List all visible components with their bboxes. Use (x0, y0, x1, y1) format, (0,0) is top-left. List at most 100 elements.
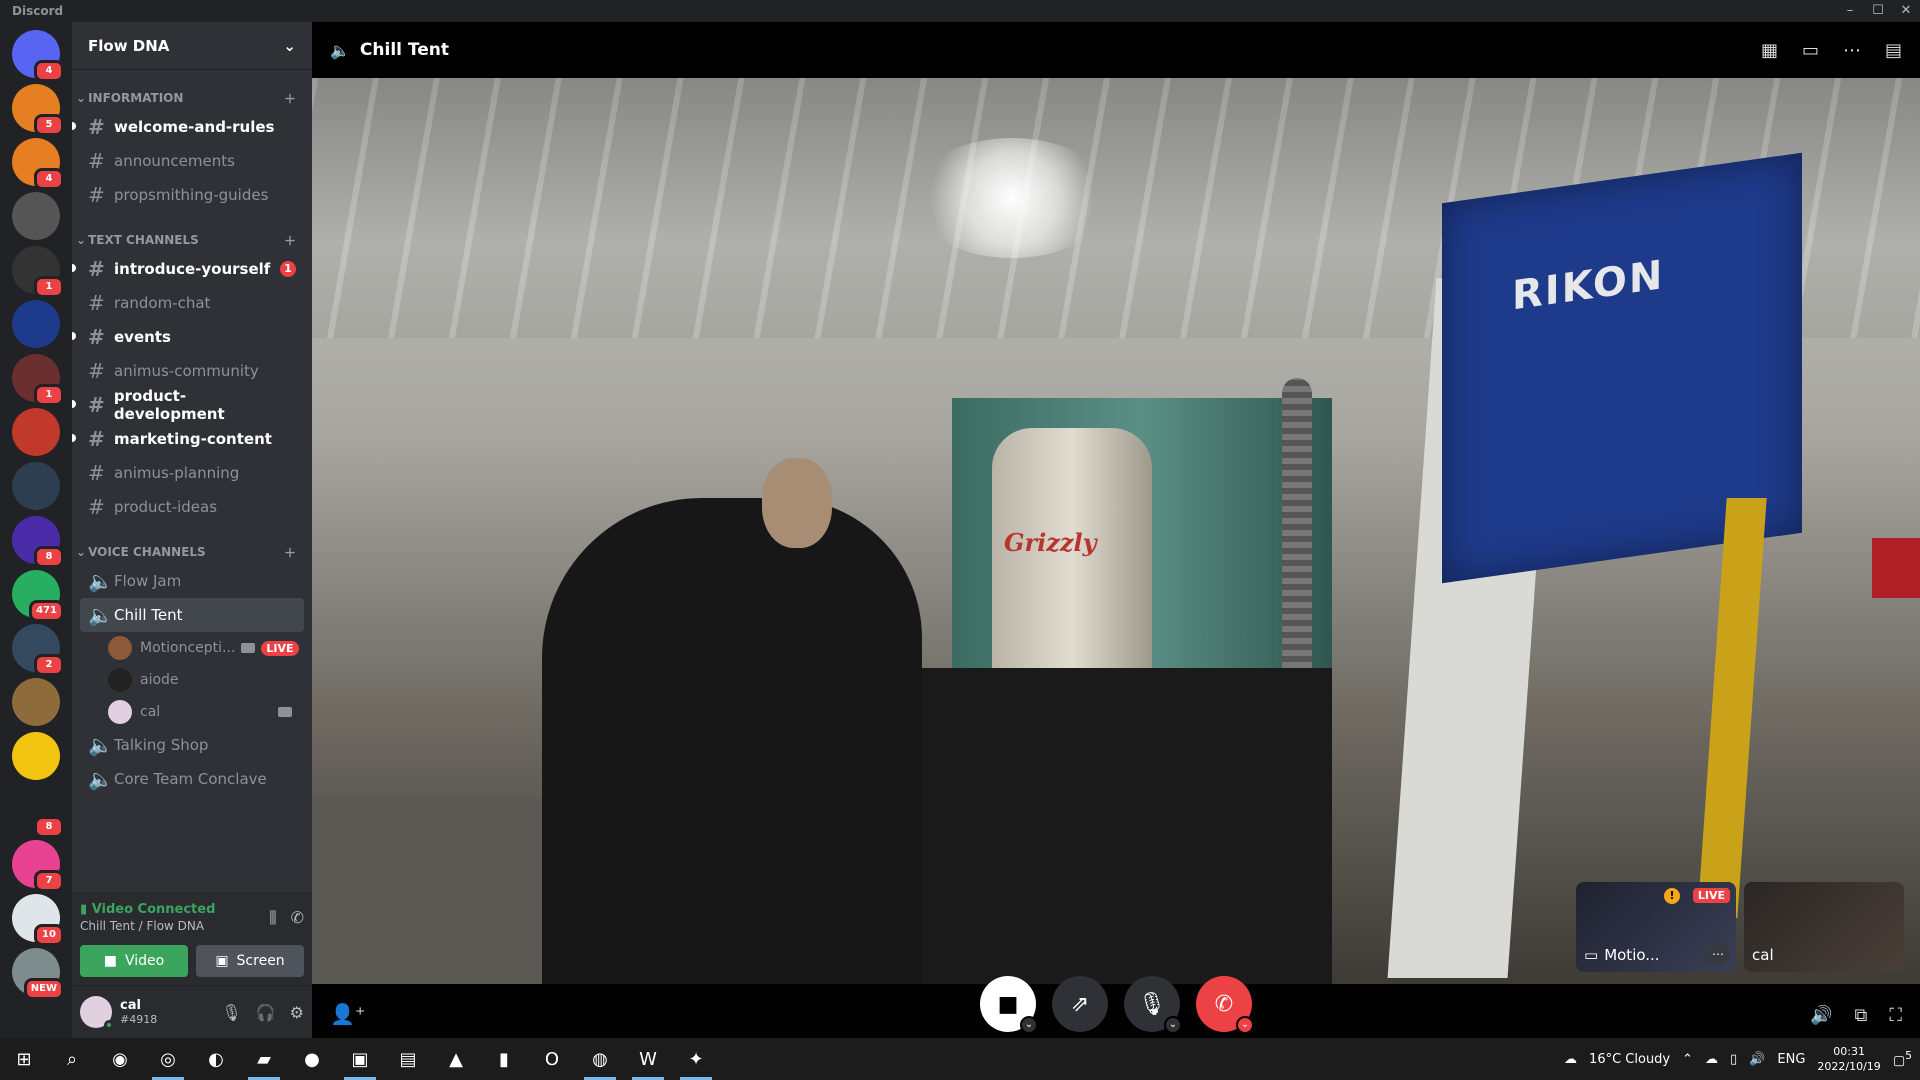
volume-icon[interactable]: 🔊 (1749, 1052, 1765, 1067)
notification-icon[interactable]: ▢5 (1893, 1049, 1912, 1068)
camera-toggle-button[interactable]: ■ ⌄ (980, 976, 1038, 1034)
add-channel-icon[interactable]: ＋ (284, 232, 296, 249)
server-icon-group-dm-2[interactable]: 4 (12, 138, 64, 190)
voice-user[interactable]: aiode (108, 664, 304, 696)
search-icon[interactable]: ⌕ (48, 1038, 96, 1080)
disconnect-icon[interactable]: ✆ (291, 908, 304, 928)
server-icon-server-colorful[interactable]: 7 (12, 840, 64, 892)
server-icon-server-dark[interactable] (12, 462, 60, 510)
cloud-icon[interactable]: ☁ (1705, 1052, 1718, 1067)
channel-random-chat[interactable]: # random-chat (80, 286, 304, 320)
server-icon-group-dm-1[interactable]: 5 (12, 84, 64, 136)
server-icon-server-new[interactable]: NEW (12, 948, 64, 1000)
channel-marketing-content[interactable]: # marketing-content (72, 422, 304, 456)
server-icon-server-purple[interactable]: 8 (12, 516, 64, 568)
windows-start-icon[interactable]: ⊞ (0, 1038, 48, 1080)
maximize-icon[interactable]: ☐ (1864, 0, 1892, 22)
category-voice-channels[interactable]: ⌄ Voice Channels ＋ (72, 540, 312, 564)
channel-name: events (114, 328, 171, 346)
network-icon[interactable]: ▯ (1730, 1052, 1737, 1067)
more-options-icon[interactable]: ⋯ (1706, 942, 1730, 966)
close-icon[interactable]: ✕ (1892, 0, 1920, 22)
headphones-icon[interactable]: 🎧 (256, 1003, 276, 1022)
app-bird-icon[interactable]: ✦ (672, 1038, 720, 1080)
channel-name: introduce-yourself (114, 260, 271, 278)
server-icon-server-all[interactable]: 10 (12, 894, 64, 946)
channel-product-development[interactable]: # product-development (72, 387, 304, 423)
server-icon-server-r[interactable]: 8 (12, 786, 64, 838)
channel-events[interactable]: # events (72, 320, 304, 354)
chevron-down-icon[interactable]: ⌄ (1020, 1016, 1038, 1034)
server-icon-server-clown[interactable] (12, 408, 60, 456)
avatar[interactable] (80, 996, 114, 1030)
channel-announcements[interactable]: # announcements (80, 144, 304, 178)
voice-channel-core-team[interactable]: 🔈 Core Team Conclave (80, 762, 304, 796)
word-icon[interactable]: W (624, 1038, 672, 1080)
clock[interactable]: 00:31 2022/10/19 (1817, 1044, 1880, 1074)
fullscreen-icon[interactable]: ⛶ (1889, 1005, 1902, 1026)
volume-icon[interactable]: 🔊 (1810, 1005, 1832, 1026)
server-icon-server-bulldog[interactable] (12, 192, 60, 240)
voice-status[interactable]: ▮ Video Connected (80, 902, 215, 917)
server-icon-server-race[interactable]: 1 (12, 354, 64, 406)
chat-icon[interactable]: ▤ (1885, 40, 1902, 61)
popout-icon[interactable]: ⧉ (1855, 1005, 1868, 1026)
language-indicator[interactable]: ENG (1777, 1052, 1805, 1067)
thumbnail-stream[interactable]: ! LIVE ▭ Motio... ⋯ (1576, 882, 1736, 972)
office-icon[interactable]: ▮ (480, 1038, 528, 1080)
add-channel-icon[interactable]: ＋ (284, 544, 296, 561)
minimize-icon[interactable]: – (1836, 0, 1864, 22)
camera-icon: ■ (997, 991, 1019, 1017)
chevron-down-icon[interactable]: ⌄ (1164, 1016, 1182, 1034)
server-icon-server-blue[interactable] (12, 300, 60, 348)
voice-user[interactable]: cal (108, 696, 304, 728)
server-icon-server-green[interactable]: 471 (12, 570, 64, 622)
channel-product-ideas[interactable]: # product-ideas (80, 490, 304, 524)
thumbnail-cal[interactable]: cal (1744, 882, 1904, 972)
weather-text[interactable]: 16°C Cloudy (1589, 1052, 1670, 1067)
server-icon-server-car[interactable]: 2 (12, 624, 64, 676)
voice-user[interactable]: Motioncepti... LIVE (108, 632, 304, 664)
voice-channel-chill-tent[interactable]: 🔈 Chill Tent (80, 598, 304, 632)
category-text-channels[interactable]: ⌄ Text Channels ＋ (72, 228, 312, 252)
gear-icon[interactable]: ⚙ (290, 1003, 304, 1022)
voice-channel-talking-shop[interactable]: 🔈 Talking Shop (80, 728, 304, 762)
category-information[interactable]: ⌄ Information ＋ (72, 86, 312, 110)
edge-icon[interactable]: ◐ (192, 1038, 240, 1080)
video-button[interactable]: ■ Video (80, 945, 188, 977)
opera-icon[interactable]: O (528, 1038, 576, 1080)
channel-introduce-yourself[interactable]: # introduce-yourself 1 (72, 252, 304, 286)
store-icon[interactable]: ▤ (384, 1038, 432, 1080)
chrome-icon[interactable]: ◎ (144, 1038, 192, 1080)
file-explorer-icon[interactable]: ▰ (240, 1038, 288, 1080)
microphone-icon[interactable]: 🎙 (221, 1003, 241, 1022)
channel-animus-planning[interactable]: # animus-planning (80, 456, 304, 490)
photoshop-icon[interactable]: ▣ (336, 1038, 384, 1080)
noise-suppression-icon[interactable]: ⫼ (269, 908, 276, 928)
disconnect-button[interactable]: ✆ ⌄ (1196, 976, 1254, 1034)
discord-icon[interactable]: ◍ (576, 1038, 624, 1080)
microphone-toggle-button[interactable]: 🎙 ⌄ (1124, 976, 1182, 1034)
more-options-icon[interactable]: ⋯ (1843, 40, 1861, 61)
screen-share-button[interactable]: ▣ Screen (196, 945, 304, 977)
server-icon-home[interactable]: 4 (12, 30, 64, 82)
voice-channel-flow-jam[interactable]: 🔈 Flow Jam (80, 564, 304, 598)
server-icon-server-bird[interactable] (12, 678, 60, 726)
focus-view-icon[interactable]: ▭ (1802, 40, 1819, 61)
server-icon-server-flow[interactable]: 1 (12, 246, 64, 298)
chevron-up-icon[interactable]: ⌃ (1682, 1052, 1693, 1067)
channel-propsmithing-guides[interactable]: # propsmithing-guides (80, 178, 304, 212)
video-stream[interactable]: Grizzly RIKON ⌃ 👥 ! LIVE ▭Motio... ⋯ cal (312, 78, 1920, 984)
vlc-icon[interactable]: ▲ (432, 1038, 480, 1080)
channel-animus-community[interactable]: # animus-community (80, 354, 304, 388)
server-icon-server-happy[interactable] (12, 732, 60, 780)
chevron-down-icon[interactable]: ⌄ (1236, 1016, 1254, 1034)
screen-share-toggle-button[interactable]: ⇗ (1052, 976, 1108, 1032)
server-header[interactable]: Flow DNA ⌄ (72, 22, 312, 70)
channel-welcome-and-rules[interactable]: # welcome-and-rules (72, 110, 304, 144)
invite-user-icon[interactable]: 👤⁺ (330, 1002, 365, 1026)
steam-icon[interactable]: ◉ (96, 1038, 144, 1080)
app-circle-icon[interactable]: ● (288, 1038, 336, 1080)
grid-view-icon[interactable]: ▦ (1761, 40, 1778, 61)
add-channel-icon[interactable]: ＋ (284, 90, 296, 107)
